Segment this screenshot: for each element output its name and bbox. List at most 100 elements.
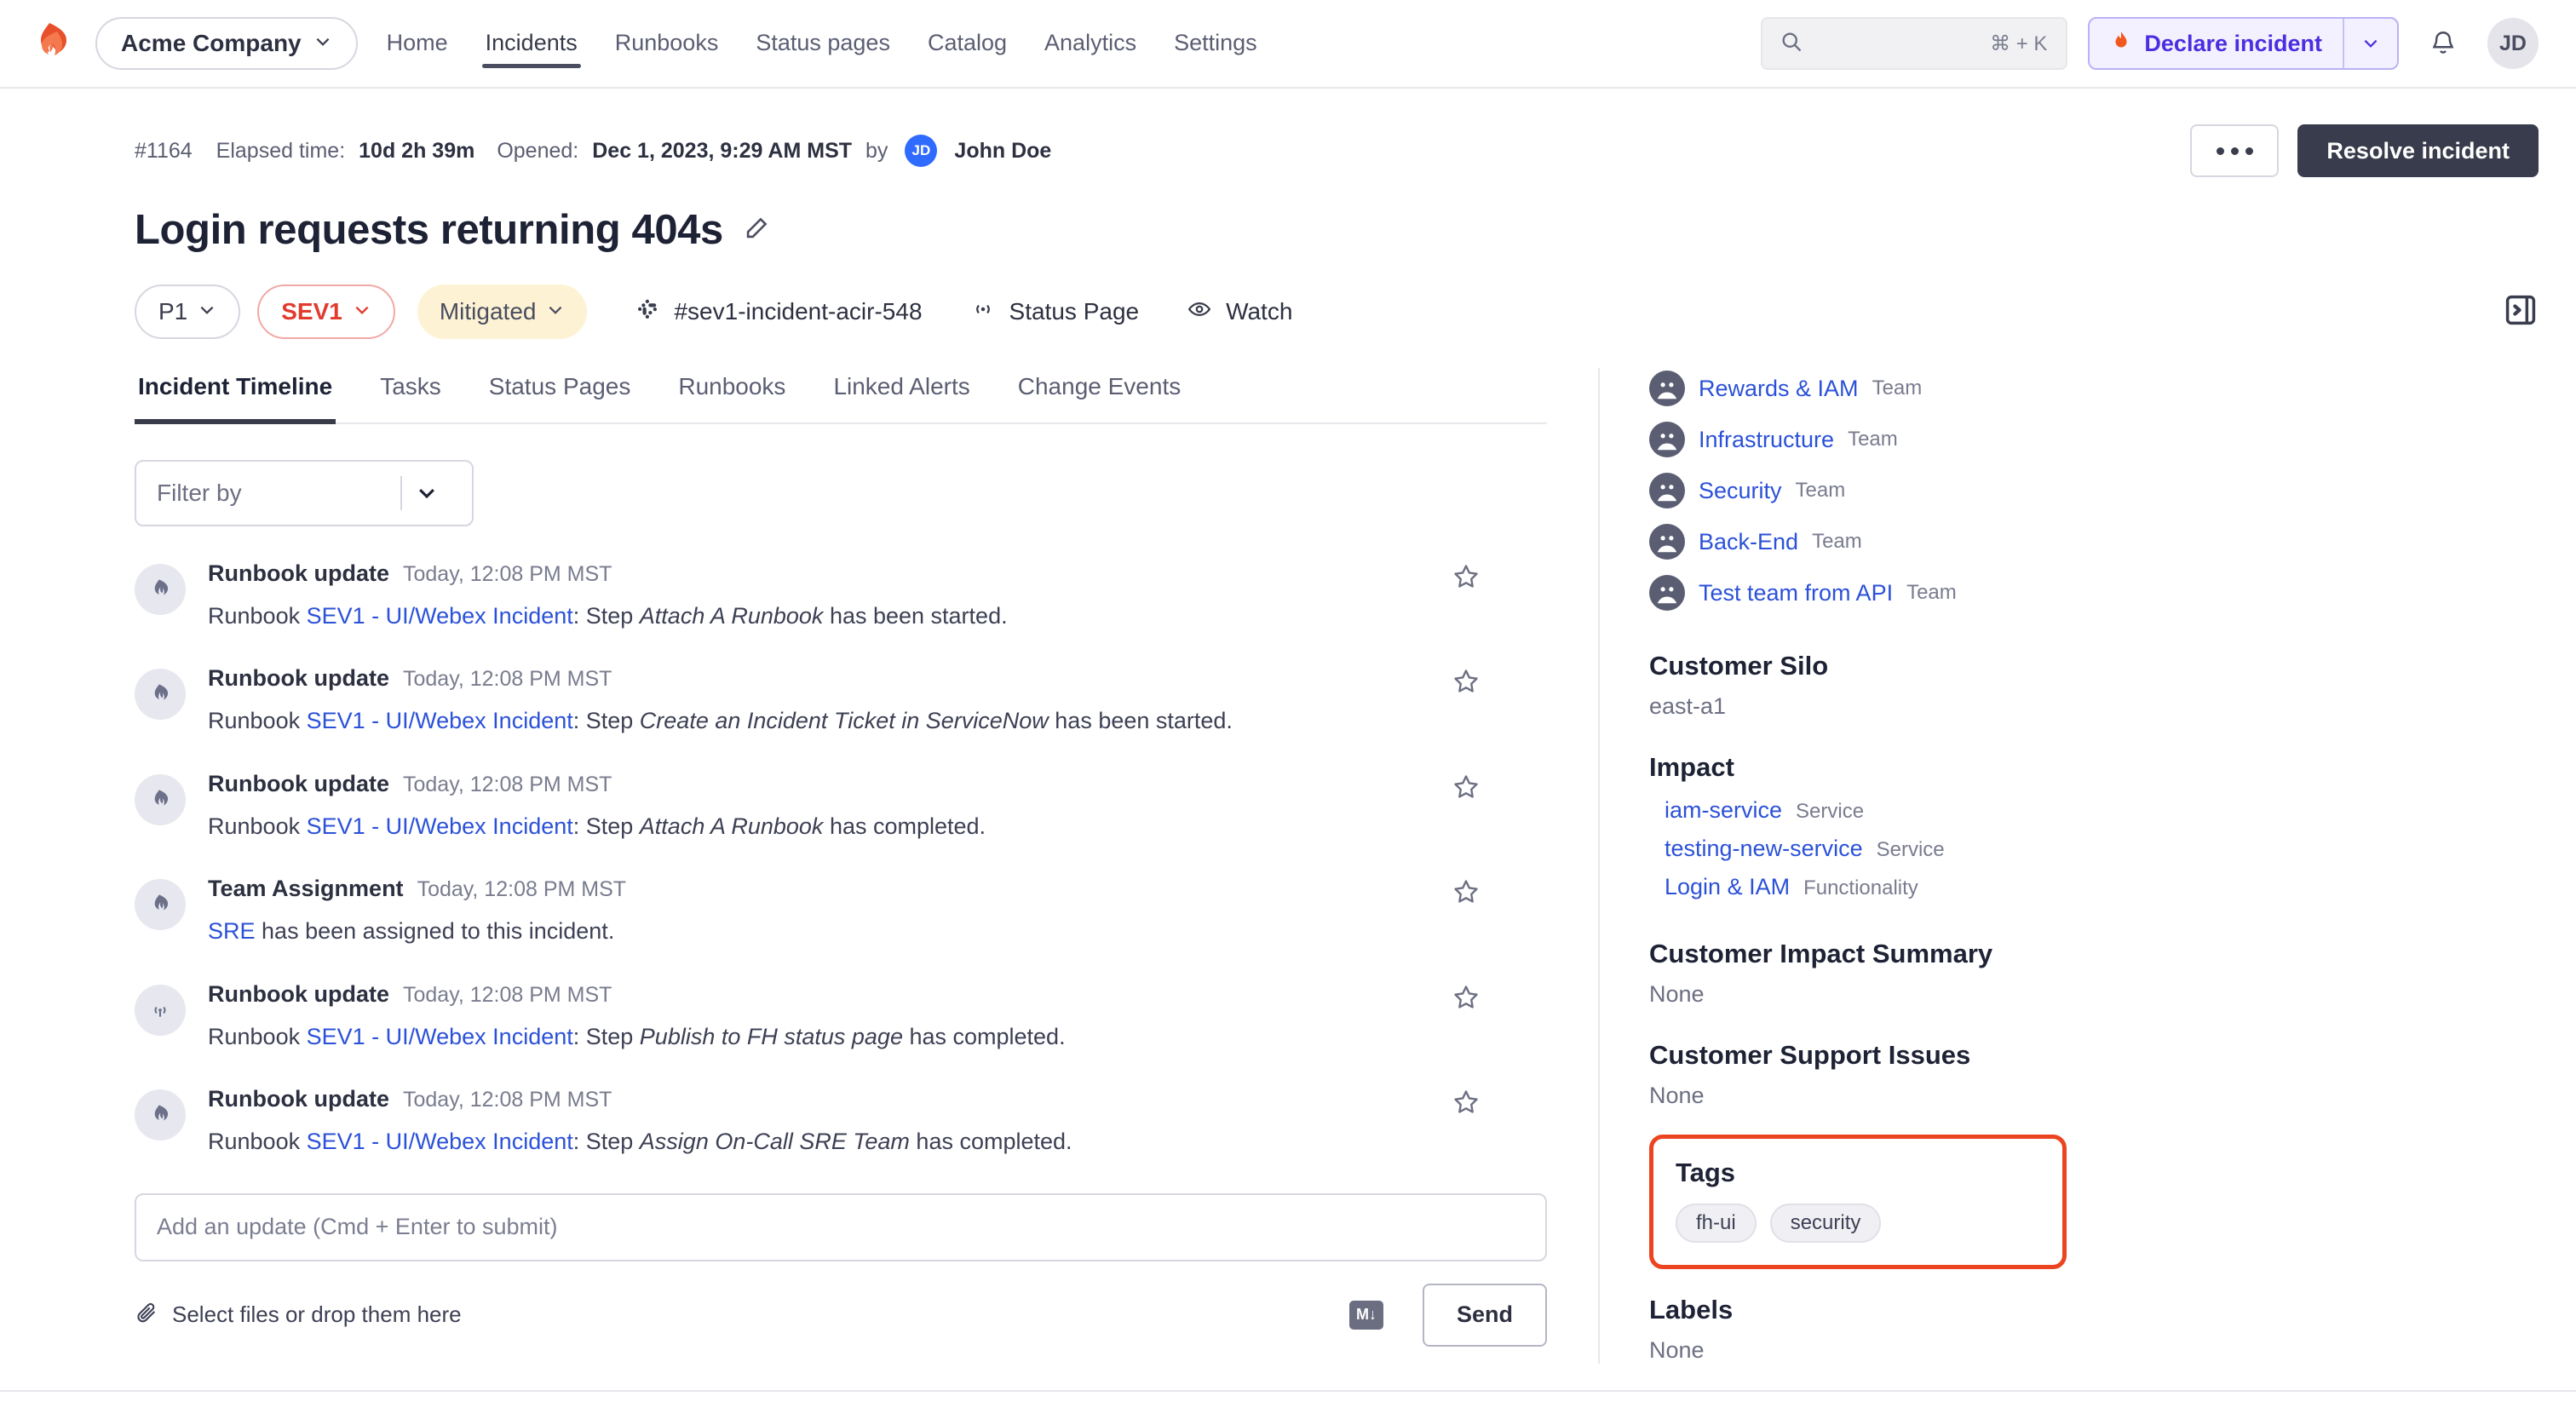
star-outline-icon[interactable] bbox=[1452, 667, 1481, 700]
chevron-down-icon bbox=[198, 298, 216, 325]
star-outline-icon[interactable] bbox=[1452, 562, 1481, 595]
dot-icon bbox=[2230, 147, 2239, 155]
timeline-text-mid: : Step bbox=[572, 708, 640, 734]
timeline-item-timestamp: Today, 12:08 PM MST bbox=[402, 667, 612, 692]
responder-row[interactable]: Back-End Team bbox=[1649, 516, 2539, 567]
tab-runbooks[interactable]: Runbooks bbox=[675, 368, 789, 422]
incident-status-row: P1 SEV1 Mitigated #sev1-incident-acir-54… bbox=[135, 284, 2539, 339]
tab-tasks[interactable]: Tasks bbox=[377, 368, 445, 422]
nav-link-home[interactable]: Home bbox=[383, 23, 451, 65]
responder-name[interactable]: Back-End bbox=[1699, 529, 1798, 555]
filter-by-select[interactable]: Filter by bbox=[135, 460, 474, 526]
incident-sidebar: Rewards & IAM Team Infrastructure Team Secur… bbox=[1600, 368, 2539, 1364]
star-outline-icon[interactable] bbox=[1452, 1088, 1481, 1121]
tab-status-pages[interactable]: Status Pages bbox=[486, 368, 635, 422]
impact-name[interactable]: iam-service bbox=[1665, 797, 1782, 824]
timeline-item-body: Runbook update Today, 12:08 PM MST Runbook… bbox=[208, 1086, 1547, 1157]
tab-change-events[interactable]: Change Events bbox=[1015, 368, 1184, 422]
responder-name[interactable]: Rewards & IAM bbox=[1699, 376, 1859, 402]
firehydrant-logo-icon[interactable] bbox=[29, 20, 77, 67]
impact-row[interactable]: Login & IAM Functionality bbox=[1649, 868, 2539, 906]
team-avatar-icon bbox=[1649, 575, 1685, 611]
responder-row[interactable]: Rewards & IAM Team bbox=[1649, 363, 2539, 414]
nav-link-status-pages[interactable]: Status pages bbox=[752, 23, 894, 65]
timeline-item-text: Runbook SEV1 - UI/Webex Incident: Step P… bbox=[208, 1021, 1547, 1052]
timeline-runbook-link[interactable]: SEV1 - UI/Webex Incident bbox=[307, 708, 573, 733]
nav-link-incidents[interactable]: Incidents bbox=[481, 23, 581, 68]
milestone-chip[interactable]: Mitigated bbox=[417, 284, 588, 339]
tab-linked-alerts[interactable]: Linked Alerts bbox=[830, 368, 973, 422]
user-avatar-initials: JD bbox=[2499, 31, 2527, 55]
timeline-item-header: Team Assignment Today, 12:08 PM MST bbox=[208, 876, 1547, 902]
declare-incident-dropdown-toggle[interactable] bbox=[2343, 19, 2397, 68]
tag-chip[interactable]: security bbox=[1769, 1204, 1882, 1243]
nav-link-analytics[interactable]: Analytics bbox=[1041, 23, 1140, 65]
declare-incident-button[interactable]: Declare incident bbox=[2090, 19, 2343, 68]
timeline-runbook-link[interactable]: SEV1 - UI/Webex Incident bbox=[307, 813, 573, 839]
status-page-link[interactable]: Status Page bbox=[970, 296, 1139, 328]
resolve-incident-button[interactable]: Resolve incident bbox=[2297, 124, 2539, 177]
severity-chip[interactable]: SEV1 bbox=[257, 284, 395, 339]
timeline-runbook-link[interactable]: SRE bbox=[208, 918, 256, 944]
responder-name[interactable]: Infrastructure bbox=[1699, 427, 1834, 453]
pencil-icon[interactable] bbox=[742, 214, 771, 247]
timeline-runbook-link[interactable]: SEV1 - UI/Webex Incident bbox=[307, 1129, 573, 1154]
timeline-runbook-link[interactable]: SEV1 - UI/Webex Incident bbox=[307, 1024, 573, 1049]
nav-link-runbooks[interactable]: Runbooks bbox=[612, 23, 722, 65]
nav-link-catalog[interactable]: Catalog bbox=[924, 23, 1010, 65]
responder-row[interactable]: Infrastructure Team bbox=[1649, 414, 2539, 465]
milestone-chip-label: Mitigated bbox=[439, 298, 537, 325]
priority-chip-label: P1 bbox=[158, 298, 188, 325]
markdown-badge-icon[interactable]: M↓ bbox=[1348, 1300, 1383, 1330]
responder-row[interactable]: Test team from API Team bbox=[1649, 567, 2539, 618]
search-input[interactable]: ⌘ + K bbox=[1761, 17, 2068, 70]
timeline-item-body: Runbook update Today, 12:08 PM MST Runbook… bbox=[208, 665, 1547, 736]
star-outline-icon[interactable] bbox=[1452, 983, 1481, 1016]
team-avatar-icon bbox=[1649, 473, 1685, 509]
org-switcher[interactable]: Acme Company bbox=[95, 17, 358, 70]
timeline-text-prefix: Runbook bbox=[208, 708, 307, 734]
impact-row[interactable]: iam-service Service bbox=[1649, 791, 2539, 830]
severity-chip-label: SEV1 bbox=[281, 298, 342, 325]
impact-name[interactable]: Login & IAM bbox=[1665, 874, 1790, 900]
update-composer-input[interactable]: Add an update (Cmd + Enter to submit) bbox=[135, 1192, 1547, 1261]
slack-icon bbox=[635, 296, 660, 328]
more-actions-button[interactable] bbox=[2190, 124, 2280, 177]
impact-name[interactable]: testing-new-service bbox=[1665, 836, 1863, 862]
responder-row[interactable]: Security Team bbox=[1649, 465, 2539, 516]
timeline-runbook-link[interactable]: SEV1 - UI/Webex Incident bbox=[307, 603, 573, 629]
filter-by-label: Filter by bbox=[157, 480, 242, 506]
timeline-item-header: Runbook update Today, 12:08 PM MST bbox=[208, 1086, 1547, 1112]
send-button[interactable]: Send bbox=[1422, 1283, 1547, 1347]
responder-name[interactable]: Security bbox=[1699, 478, 1782, 504]
timeline-item-timestamp: Today, 12:08 PM MST bbox=[402, 1088, 612, 1112]
user-avatar[interactable]: JD bbox=[2487, 18, 2539, 69]
slack-channel-link[interactable]: #sev1-incident-acir-548 bbox=[635, 296, 923, 328]
priority-chip[interactable]: P1 bbox=[135, 284, 241, 339]
timeline-step-name: Publish to FH status page bbox=[639, 1023, 903, 1049]
timeline-item-kind: Team Assignment bbox=[208, 876, 404, 902]
incident-tabs: Incident Timeline Tasks Status Pages Run… bbox=[135, 368, 1547, 424]
timeline-item-timestamp: Today, 12:08 PM MST bbox=[417, 877, 627, 902]
star-outline-icon[interactable] bbox=[1452, 773, 1481, 806]
firehydrant-mark-icon bbox=[135, 564, 186, 615]
responder-role: Team bbox=[1795, 479, 1846, 502]
notifications-bell-icon[interactable] bbox=[2419, 20, 2467, 67]
impact-row[interactable]: testing-new-service Service bbox=[1649, 830, 2539, 868]
nav-link-settings[interactable]: Settings bbox=[1170, 23, 1261, 65]
tag-chip[interactable]: fh-ui bbox=[1676, 1204, 1757, 1243]
eye-icon bbox=[1187, 296, 1212, 328]
chevron-down-icon bbox=[353, 298, 371, 325]
responder-role: Team bbox=[1812, 530, 1862, 553]
star-outline-icon[interactable] bbox=[1452, 877, 1481, 911]
attach-files-label[interactable]: Select files or drop them here bbox=[172, 1301, 462, 1328]
watch-button[interactable]: Watch bbox=[1187, 296, 1292, 328]
paperclip-icon[interactable] bbox=[135, 1301, 158, 1329]
incident-main-column: Incident Timeline Tasks Status Pages Run… bbox=[135, 368, 1598, 1364]
labels-title: Labels bbox=[1649, 1295, 1734, 1324]
collapse-panel-icon[interactable] bbox=[2503, 292, 2539, 332]
tab-incident-timeline[interactable]: Incident Timeline bbox=[135, 368, 336, 424]
timeline-text-mid: : Step bbox=[572, 1129, 640, 1155]
responder-name[interactable]: Test team from API bbox=[1699, 580, 1893, 606]
responder-role: Team bbox=[1848, 428, 1898, 451]
